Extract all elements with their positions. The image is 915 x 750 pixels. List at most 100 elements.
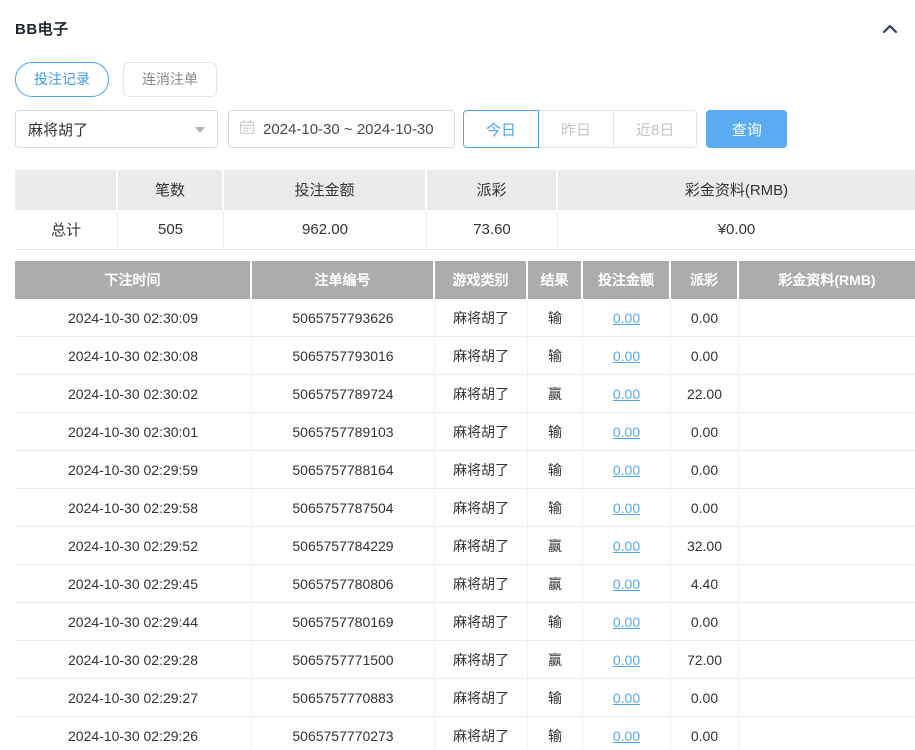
summary-header-bet-amount: 投注金额 [224,170,427,210]
cell-payout: 0.00 [671,603,739,641]
bet-amount-link[interactable]: 0.00 [613,690,640,706]
summary-table: 笔数 投注金额 派彩 彩金资料(RMB) 总计 505 962.00 73.60… [15,170,915,250]
quick-range-today[interactable]: 今日 [463,110,540,148]
table-row: 2024-10-30 02:29:26 5065757770273 麻将胡了 输… [15,717,915,750]
search-button[interactable]: 查询 [706,110,788,148]
cell-result: 输 [528,337,583,375]
cell-bet-time: 2024-10-30 02:29:26 [15,717,252,750]
cell-game-type: 麻将胡了 [435,337,528,375]
cell-bet-amount: 0.00 [583,451,671,489]
cell-order-no: 5065757780169 [252,603,435,641]
cell-bonus [739,337,915,375]
cell-payout: 0.00 [671,337,739,375]
bet-amount-link[interactable]: 0.00 [613,652,640,668]
records-header-order-no: 注单编号 [252,261,435,299]
game-select-value: 麻将胡了 [28,121,89,139]
table-row: 2024-10-30 02:30:09 5065757793626 麻将胡了 输… [15,299,915,337]
cell-bonus [739,717,915,750]
table-row: 2024-10-30 02:29:52 5065757784229 麻将胡了 赢… [15,527,915,565]
cell-payout: 32.00 [671,527,739,565]
cell-bet-amount: 0.00 [583,337,671,375]
cell-bet-amount: 0.00 [583,489,671,527]
cell-bonus [739,527,915,565]
records-header-bonus: 彩金资料(RMB) [739,261,915,299]
cell-bet-time: 2024-10-30 02:29:58 [15,489,252,527]
bet-records-panel: BB电子 投注记录 连消注单 麻将胡了 2024-10-30 ~ 2024-10… [0,0,915,750]
bet-amount-link[interactable]: 0.00 [613,310,640,326]
date-range-picker[interactable]: 2024-10-30 ~ 2024-10-30 [228,110,455,148]
section-header: BB电子 [15,0,915,39]
cell-result: 输 [528,603,583,641]
summary-header-row: 笔数 投注金额 派彩 彩金资料(RMB) [15,170,915,210]
cell-bonus [739,641,915,679]
cell-order-no: 5065757770273 [252,717,435,750]
cell-result: 输 [528,299,583,337]
cell-bet-time: 2024-10-30 02:29:59 [15,451,252,489]
cell-payout: 0.00 [671,413,739,451]
bet-amount-link[interactable]: 0.00 [613,728,640,744]
bet-amount-link[interactable]: 0.00 [613,500,640,516]
table-row: 2024-10-30 02:29:44 5065757780169 麻将胡了 输… [15,603,915,641]
cell-bonus [739,451,915,489]
table-row: 2024-10-30 02:29:58 5065757787504 麻将胡了 输… [15,489,915,527]
cell-bet-time: 2024-10-30 02:29:28 [15,641,252,679]
bet-amount-link[interactable]: 0.00 [613,462,640,478]
cell-result: 赢 [528,641,583,679]
summary-total-bonus: ¥0.00 [558,210,915,250]
summary-total-label: 总计 [15,210,118,250]
cell-payout: 0.00 [671,679,739,717]
bet-amount-link[interactable]: 0.00 [613,576,640,592]
cell-result: 输 [528,451,583,489]
cell-game-type: 麻将胡了 [435,451,528,489]
summary-header-empty [15,170,118,210]
summary-header-bonus: 彩金资料(RMB) [558,170,915,210]
cell-result: 赢 [528,527,583,565]
cell-bet-time: 2024-10-30 02:30:01 [15,413,252,451]
cell-bonus [739,413,915,451]
quick-range-yesterday[interactable]: 昨日 [538,110,615,148]
cell-payout: 22.00 [671,375,739,413]
cell-game-type: 麻将胡了 [435,413,528,451]
chevron-up-icon [881,24,899,39]
cell-game-type: 麻将胡了 [435,299,528,337]
bet-amount-link[interactable]: 0.00 [613,386,640,402]
table-row: 2024-10-30 02:29:45 5065757780806 麻将胡了 赢… [15,565,915,603]
cell-bet-time: 2024-10-30 02:30:02 [15,375,252,413]
cell-order-no: 5065757780806 [252,565,435,603]
cell-bet-time: 2024-10-30 02:29:44 [15,603,252,641]
cell-order-no: 5065757788164 [252,451,435,489]
game-select[interactable]: 麻将胡了 [15,110,218,148]
cell-order-no: 5065757793016 [252,337,435,375]
bet-amount-link[interactable]: 0.00 [613,424,640,440]
tab-cancelled-orders[interactable]: 连消注单 [123,62,217,97]
cell-bet-amount: 0.00 [583,717,671,750]
collapse-button[interactable] [879,20,901,38]
records-header-bet: 投注金额 [583,261,671,299]
cell-order-no: 5065757789724 [252,375,435,413]
cell-bonus [739,375,915,413]
cell-payout: 0.00 [671,717,739,750]
record-type-tabs: 投注记录 连消注单 [15,62,915,97]
bet-amount-link[interactable]: 0.00 [613,538,640,554]
cell-result: 输 [528,717,583,750]
bet-amount-link[interactable]: 0.00 [613,614,640,630]
table-row: 2024-10-30 02:29:59 5065757788164 麻将胡了 输… [15,451,915,489]
cell-order-no: 5065757770883 [252,679,435,717]
cell-game-type: 麻将胡了 [435,565,528,603]
quick-range-last8days[interactable]: 近8日 [613,110,698,148]
cell-game-type: 麻将胡了 [435,489,528,527]
cell-game-type: 麻将胡了 [435,375,528,413]
summary-total-count: 505 [118,210,224,250]
table-row: 2024-10-30 02:30:01 5065757789103 麻将胡了 输… [15,413,915,451]
cell-bet-time: 2024-10-30 02:30:09 [15,299,252,337]
table-row: 2024-10-30 02:29:28 5065757771500 麻将胡了 赢… [15,641,915,679]
records-table: 下注时间 注单编号 游戏类别 结果 投注金额 派彩 彩金资料(RMB) 2024… [15,261,915,750]
cell-result: 输 [528,679,583,717]
quick-range-group: 今日 昨日 近8日 [463,110,698,148]
cell-payout: 0.00 [671,299,739,337]
records-header-payout: 派彩 [671,261,739,299]
tab-bet-records[interactable]: 投注记录 [15,62,109,97]
summary-header-payout: 派彩 [427,170,558,210]
summary-total-row: 总计 505 962.00 73.60 ¥0.00 [15,210,915,250]
bet-amount-link[interactable]: 0.00 [613,348,640,364]
